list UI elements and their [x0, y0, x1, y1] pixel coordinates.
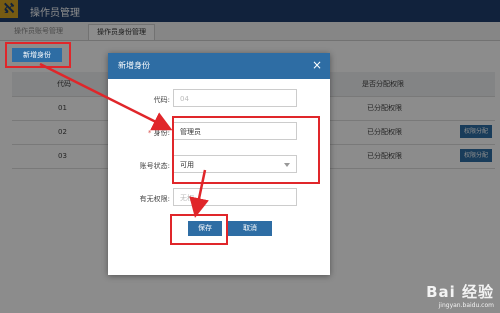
- watermark: Bai 经验 jingyan.baidu.com: [426, 281, 494, 309]
- annotation-arrow-1: [39, 62, 173, 131]
- annotation-arrows: [39, 62, 209, 218]
- add-identity-button-highlighted[interactable]: 新增身份: [12, 48, 62, 62]
- watermark-url: jingyan.baidu.com: [438, 302, 494, 309]
- watermark-brand: Bai 经验: [426, 283, 494, 301]
- annotation-arrow-2: [189, 169, 209, 218]
